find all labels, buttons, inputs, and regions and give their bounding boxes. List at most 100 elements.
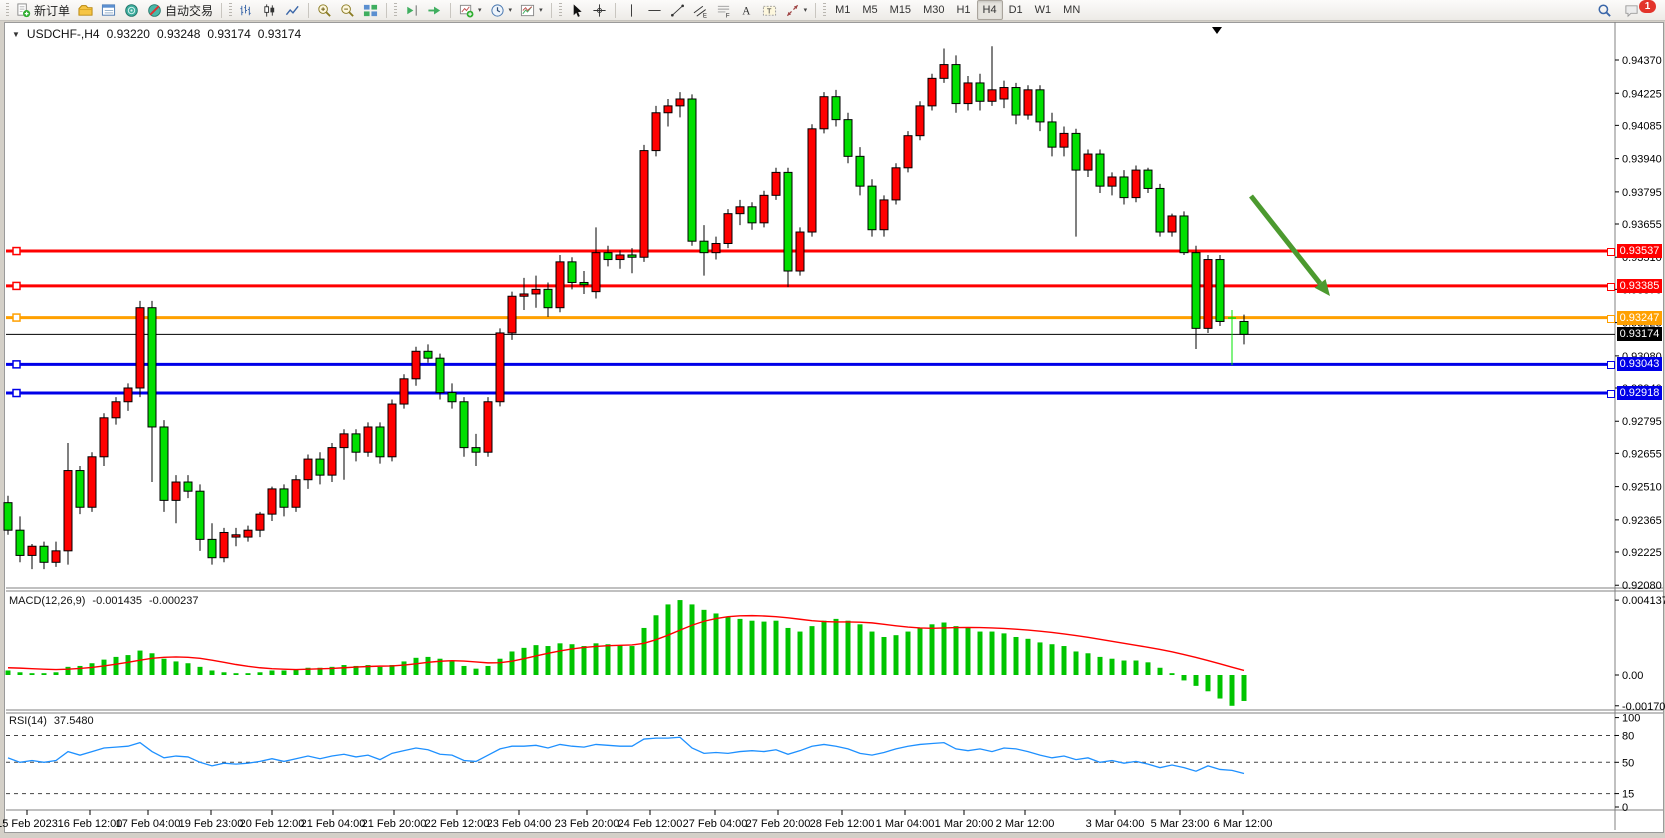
tile-windows-button[interactable] — [359, 0, 382, 20]
zoom-out-icon — [340, 3, 355, 18]
chart-symbol-period: USDCHF-,H4 — [27, 27, 100, 41]
timeframe-button-mn[interactable]: MN — [1057, 0, 1086, 20]
auto-scroll-button[interactable] — [423, 0, 446, 20]
rsi-label: RSI(14) — [9, 715, 47, 727]
timeframe-button-m15[interactable]: M15 — [884, 0, 917, 20]
main-toolbar: 新订单 自动交易 ▾ ▾ ▾ E F A T ▾ M1M5M15M30H1H4D1W1MN 1 — [0, 0, 1665, 21]
horizontal-line-icon — [647, 3, 662, 18]
line-anchor-handle[interactable] — [1607, 248, 1615, 256]
bar-chart-button[interactable] — [235, 0, 258, 20]
add-indicator-button[interactable]: ▾ — [455, 0, 486, 20]
periodicity-button[interactable]: ▾ — [486, 0, 517, 20]
text-label-icon: T — [762, 3, 777, 18]
text-icon: A — [739, 3, 754, 18]
profiles-icon — [78, 3, 93, 18]
zoom-out-button[interactable] — [336, 0, 359, 20]
chart-shift-button[interactable] — [400, 0, 423, 20]
crosshair-icon — [592, 3, 607, 18]
toolbar-drag-handle — [823, 3, 826, 17]
chart-menu-icon[interactable]: ▼ — [12, 30, 20, 39]
chevron-down-icon: ▾ — [539, 6, 543, 14]
timeframe-button-m5[interactable]: M5 — [856, 0, 883, 20]
line-price-label: 0.93247 — [1617, 311, 1662, 325]
market-watch-icon — [101, 3, 116, 18]
vertical-line-button[interactable] — [620, 0, 643, 20]
horizontal-line-button[interactable] — [643, 0, 666, 20]
toolbar-drag-handle — [229, 3, 232, 17]
chart-close-value: 0.93174 — [258, 27, 301, 41]
chart-window[interactable] — [4, 22, 1664, 833]
line-anchor-handle[interactable] — [1607, 315, 1615, 323]
tile-windows-icon — [363, 3, 378, 18]
zoom-in-button[interactable] — [313, 0, 336, 20]
macd-main-value: -0.001435 — [92, 595, 142, 607]
market-watch-button[interactable] — [97, 0, 120, 20]
timeframe-button-w1[interactable]: W1 — [1029, 0, 1058, 20]
macd-signal-value: -0.000237 — [149, 595, 199, 607]
auto-scroll-icon — [427, 3, 442, 18]
arrows-button[interactable]: ▾ — [781, 0, 812, 20]
rsi-value: 37.5480 — [54, 715, 94, 727]
toolbar-button-label: 自动交易 — [165, 2, 213, 19]
chevron-down-icon: ▾ — [804, 6, 808, 14]
toolbar-right-cluster: 1 — [1593, 0, 1662, 20]
templates-button[interactable]: ▾ — [516, 0, 547, 20]
search-button[interactable] — [1593, 0, 1616, 20]
line-anchor-handle[interactable] — [1607, 283, 1615, 291]
timeframe-button-h1[interactable]: H1 — [950, 0, 976, 20]
timeframe-button-m30[interactable]: M30 — [917, 0, 950, 20]
fibonacci-button[interactable]: F — [712, 0, 735, 20]
toolbar-button-label: 新订单 — [34, 2, 70, 19]
vertical-line-icon — [624, 3, 639, 18]
trendline-button[interactable] — [666, 0, 689, 20]
bar-chart-icon — [239, 3, 254, 18]
chat-icon — [1624, 3, 1639, 18]
toolbar-drag-handle — [559, 3, 562, 17]
line-price-label: 0.92918 — [1617, 386, 1662, 400]
equidistant-channel-button[interactable]: E — [689, 0, 712, 20]
chart-open-value: 0.93220 — [107, 27, 150, 41]
svg-text:E: E — [702, 12, 706, 17]
search-icon — [1597, 3, 1612, 18]
timeframe-button-m1[interactable]: M1 — [829, 0, 856, 20]
line-chart-button[interactable] — [281, 0, 304, 20]
timeframe-button-h4[interactable]: H4 — [977, 0, 1003, 20]
navigator-button[interactable] — [120, 0, 143, 20]
toolbar-separator — [551, 3, 552, 18]
cursor-icon — [569, 3, 584, 18]
auto-trading-icon — [147, 3, 162, 18]
arrows-icon — [785, 3, 800, 18]
svg-text:F: F — [725, 12, 729, 17]
notification-count-badge: 1 — [1639, 0, 1656, 13]
svg-text:T: T — [766, 6, 771, 15]
chart-high-value: 0.93248 — [157, 27, 200, 41]
toolbar-drag-handle — [394, 3, 397, 17]
line-anchor-handle[interactable] — [1607, 390, 1615, 398]
text-button[interactable]: A — [735, 0, 758, 20]
text-label-button[interactable]: T — [758, 0, 781, 20]
toolbar-separator — [815, 3, 816, 18]
chevron-down-icon: ▾ — [478, 6, 482, 14]
cursor-button[interactable] — [565, 0, 588, 20]
macd-pane-label: MACD(12,26,9) -0.001435 -0.000237 — [9, 595, 199, 607]
profiles-button[interactable] — [74, 0, 97, 20]
rsi-pane-label: RSI(14) 37.5480 — [9, 715, 94, 727]
candlestick-button[interactable] — [258, 0, 281, 20]
current-price-label: 0.93174 — [1617, 327, 1662, 341]
new-order-button[interactable]: 新订单 — [12, 0, 74, 20]
toolbar-drag-handle — [6, 3, 9, 17]
svg-text:A: A — [742, 5, 751, 17]
fibonacci-icon: F — [716, 3, 731, 18]
line-price-label: 0.93043 — [1617, 357, 1662, 371]
line-anchor-handle[interactable] — [1607, 361, 1615, 369]
toolbar-separator — [308, 3, 309, 18]
timeframe-button-d1[interactable]: D1 — [1003, 0, 1029, 20]
add-indicator-icon — [459, 3, 474, 18]
toolbar-separator — [450, 3, 451, 18]
crosshair-button[interactable] — [588, 0, 611, 20]
templates-icon — [520, 3, 535, 18]
line-price-label: 0.93385 — [1617, 279, 1662, 293]
equidistant-channel-icon: E — [693, 3, 708, 18]
auto-trading-button[interactable]: 自动交易 — [143, 0, 217, 20]
toolbar-separator — [221, 3, 222, 18]
